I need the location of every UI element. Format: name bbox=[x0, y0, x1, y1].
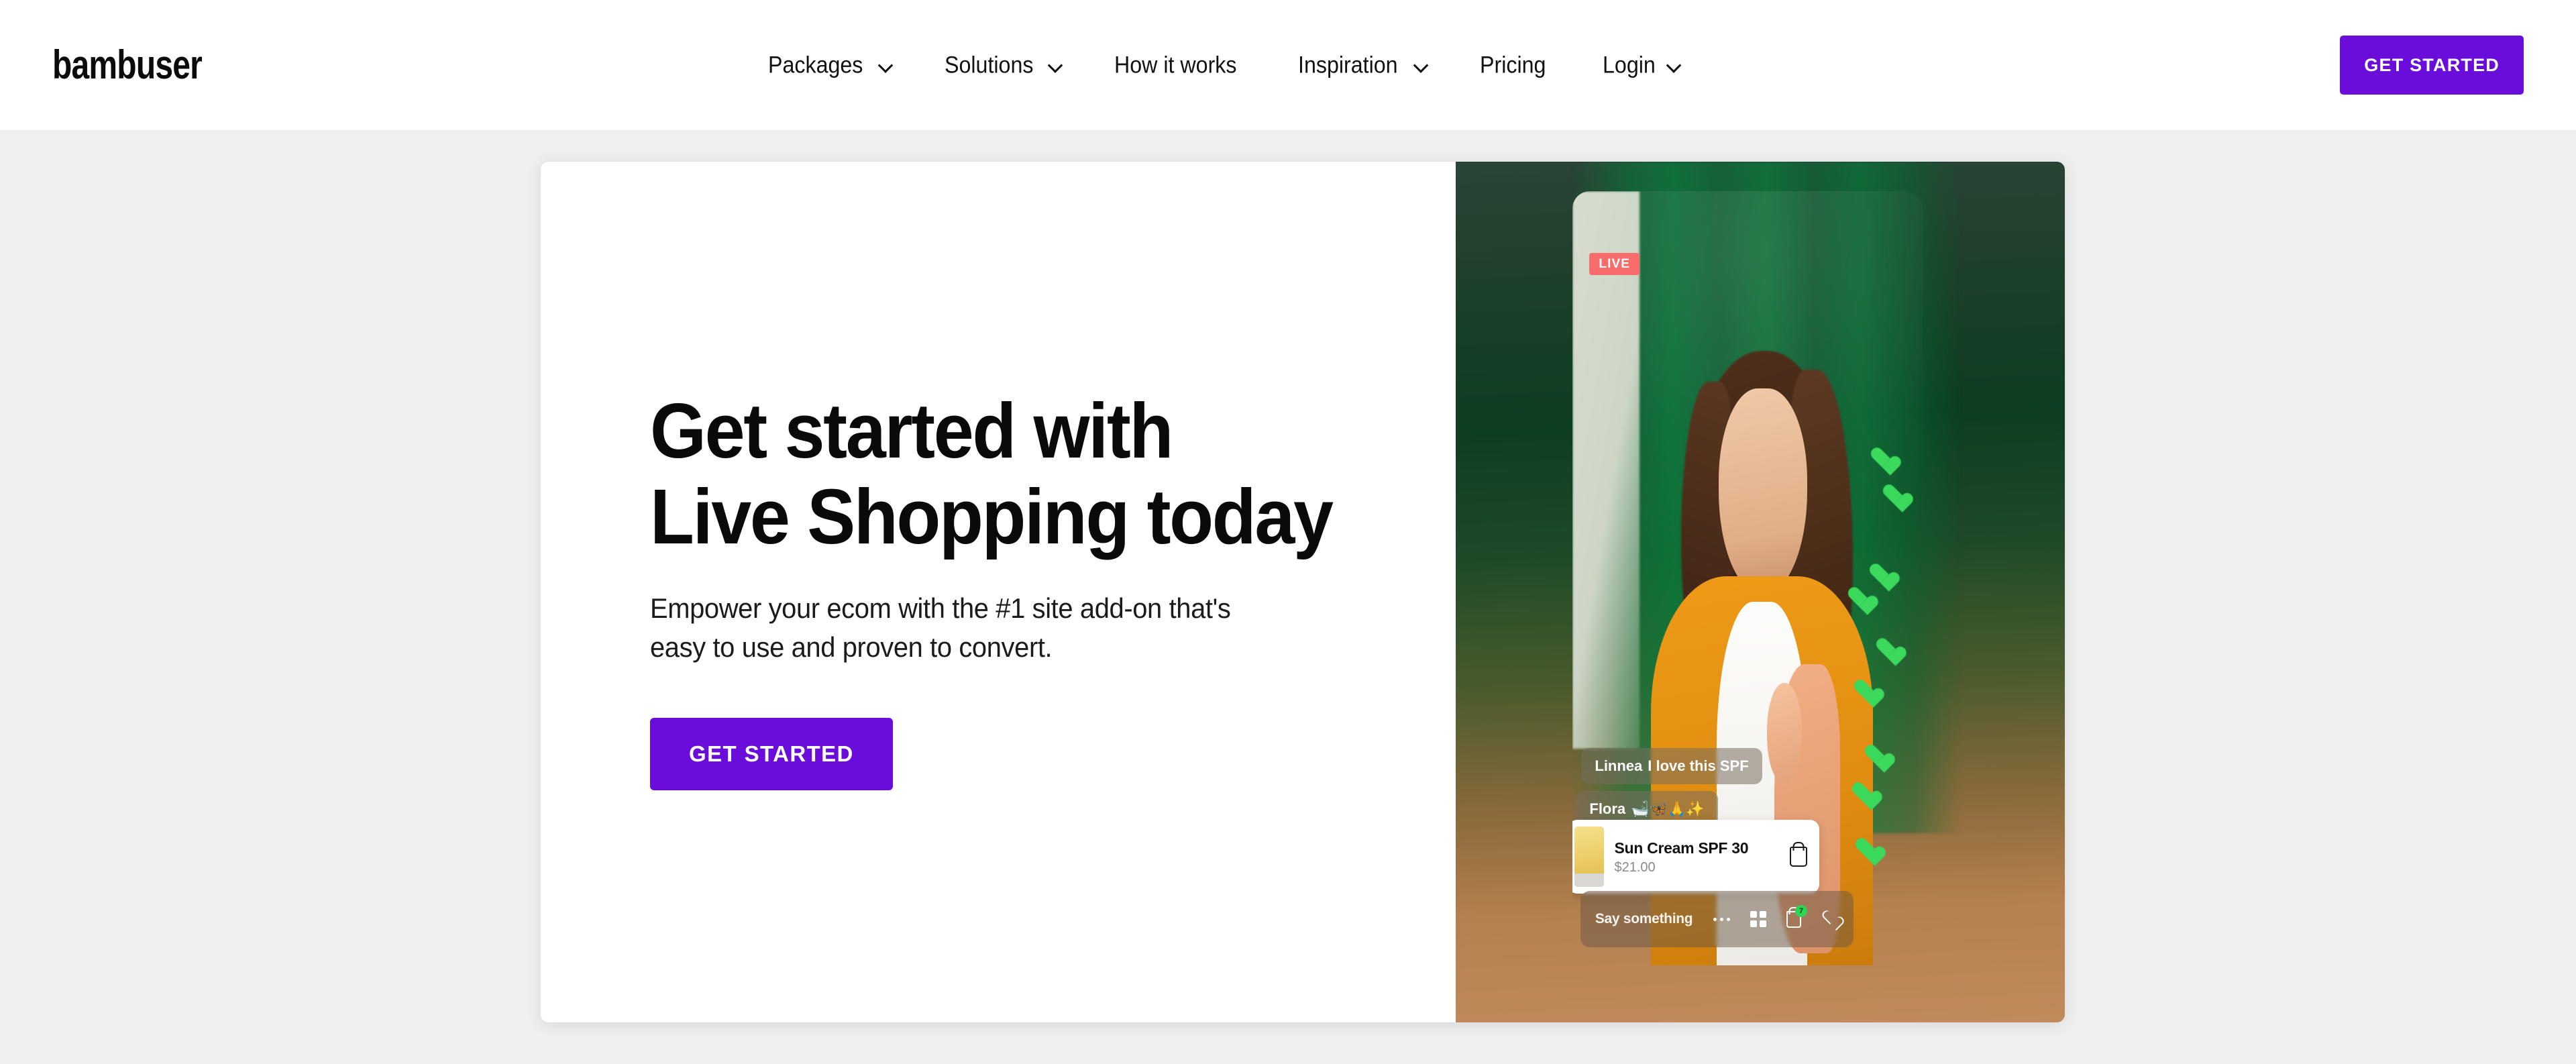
chevron-down-icon bbox=[1049, 58, 1063, 72]
nav-label: How it works bbox=[1114, 52, 1237, 78]
product-thumbnail bbox=[1574, 827, 1604, 888]
nav-item-packages[interactable]: Packages bbox=[768, 44, 894, 87]
chevron-down-icon bbox=[879, 58, 894, 72]
heart-icon bbox=[1851, 783, 1874, 804]
shopping-bag-icon[interactable] bbox=[1790, 847, 1808, 867]
nav-item-login[interactable]: Login bbox=[1603, 44, 1682, 87]
heart-icon bbox=[1870, 448, 1893, 469]
live-shopping-preview[interactable]: LIVE Linnea I love this SPF Flora 🛁🦋🙏✨ S… bbox=[1456, 162, 2065, 1022]
nav-item-solutions[interactable]: Solutions bbox=[945, 44, 1063, 87]
nav-item-how-it-works[interactable]: How it works bbox=[1114, 44, 1247, 87]
heart-icon bbox=[1864, 745, 1887, 766]
hero-subheading: Empower your ecom with the #1 site add-o… bbox=[650, 592, 1231, 663]
like-heart-icon[interactable] bbox=[1821, 911, 1839, 927]
product-price: $21.00 bbox=[1614, 859, 1656, 875]
main-navigation: Packages Solutions How it works Inspirat… bbox=[768, 44, 1682, 87]
heart-icon bbox=[1855, 839, 1878, 859]
nav-item-pricing[interactable]: Pricing bbox=[1480, 44, 1552, 87]
header-get-started-button[interactable]: GET STARTED bbox=[2340, 36, 2524, 95]
heart-icon bbox=[1869, 564, 1892, 585]
heart-icon bbox=[1854, 680, 1876, 701]
nav-label: Inspiration bbox=[1298, 52, 1398, 78]
chat-author: Flora bbox=[1589, 800, 1626, 817]
nav-label: Solutions bbox=[944, 52, 1034, 78]
chat-author: Linnea bbox=[1595, 757, 1643, 774]
hero-copy-panel: Get started with Live Shopping today Emp… bbox=[541, 162, 1456, 1022]
grid-menu-icon[interactable] bbox=[1750, 911, 1767, 928]
nav-item-inspiration[interactable]: Inspiration bbox=[1298, 44, 1428, 87]
phone-screen: LIVE Linnea I love this SPF Flora 🛁🦋🙏✨ S… bbox=[1572, 191, 1923, 966]
heart-icon bbox=[1882, 485, 1905, 506]
chevron-down-icon bbox=[1414, 58, 1429, 72]
heart-icon bbox=[1847, 588, 1870, 608]
nav-label: Packages bbox=[768, 52, 863, 78]
logo-bambuser[interactable]: bambuser bbox=[52, 45, 203, 85]
floating-hearts bbox=[1867, 439, 1913, 904]
product-name: Sun Cream SPF 30 bbox=[1614, 839, 1749, 857]
page-title: Get started with Live Shopping today bbox=[650, 387, 1334, 560]
product-card[interactable]: Sun Cream SPF 30 $21.00 bbox=[1572, 820, 1820, 894]
chat-composer-bar: Say something 7 bbox=[1580, 891, 1854, 947]
cart-bag-icon[interactable]: 7 bbox=[1786, 904, 1808, 928]
live-badge: LIVE bbox=[1589, 252, 1640, 275]
more-options-icon[interactable] bbox=[1713, 917, 1731, 921]
nav-label: Login bbox=[1602, 52, 1656, 78]
hero-card: Get started with Live Shopping today Emp… bbox=[541, 162, 2065, 1022]
hero-section: Get started with Live Shopping today Emp… bbox=[0, 130, 2576, 1064]
chevron-down-icon bbox=[1667, 58, 1682, 72]
chat-message: Linnea I love this SPF bbox=[1581, 747, 1762, 784]
cart-count-badge: 7 bbox=[1795, 904, 1808, 917]
chat-input-placeholder[interactable]: Say something bbox=[1595, 911, 1693, 927]
nav-label: Pricing bbox=[1479, 52, 1546, 78]
chat-text: I love this SPF bbox=[1648, 757, 1749, 774]
heart-icon bbox=[1876, 639, 1898, 659]
hero-get-started-button[interactable]: GET STARTED bbox=[650, 718, 893, 791]
chat-text: 🛁🦋🙏✨ bbox=[1631, 800, 1705, 817]
site-header: bambuser Packages Solutions How it works… bbox=[0, 0, 2576, 130]
